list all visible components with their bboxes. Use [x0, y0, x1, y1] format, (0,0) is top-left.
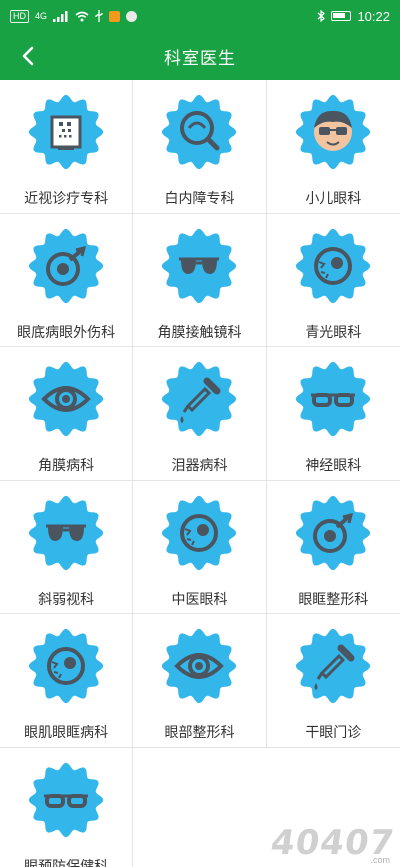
- status-left: HD 4G: [10, 9, 138, 23]
- bluetooth-icon: [318, 10, 326, 22]
- department-label: 眼肌眼眶病科: [24, 724, 109, 740]
- department-item[interactable]: 神经眼科: [266, 347, 400, 481]
- department-grid: 近视诊疗专科 白内障专科 小儿眼科眼底病眼外伤科 角膜接触镜科 青光眼科角膜病科 泪器病科…: [0, 80, 400, 867]
- watermark-suffix: .com: [370, 855, 390, 865]
- department-item[interactable]: 青光眼科: [266, 213, 400, 347]
- department-item[interactable]: 中医眼科: [133, 480, 267, 614]
- app-notification-icon: [109, 10, 121, 22]
- signal-bars-icon: [53, 10, 68, 22]
- page-title: 科室医生: [164, 48, 236, 68]
- eye-chart-icon: [28, 94, 104, 170]
- department-item[interactable]: 小儿眼科: [266, 80, 400, 214]
- department-label: 眼底病眼外伤科: [17, 323, 116, 340]
- department-item[interactable]: 近视诊疗专科: [0, 80, 134, 214]
- department-item[interactable]: 眼底病眼外伤科: [0, 213, 134, 347]
- sunglasses-icon: [28, 495, 104, 570]
- status-right: 10:22: [317, 9, 390, 24]
- department-label: 眼部整形科: [164, 724, 235, 740]
- dropper-icon: [296, 628, 371, 704]
- department-item[interactable]: 白内障专科: [133, 80, 267, 214]
- department-label: 斜弱视科: [38, 590, 95, 607]
- department-item[interactable]: 干眼门诊: [266, 614, 400, 748]
- eye-icon: [162, 628, 237, 704]
- department-label: 中医眼科: [171, 590, 228, 607]
- app-header: 科室医生: [0, 32, 400, 80]
- status-bar: HD 4G 10:22: [0, 0, 400, 32]
- department-item[interactable]: 眼肌眼眶病科: [0, 614, 134, 748]
- department-label: 角膜接触镜科: [157, 323, 242, 340]
- department-label: 角膜病科: [38, 457, 95, 473]
- chevron-left-icon: [22, 46, 34, 66]
- injured-eye-icon: [296, 495, 371, 570]
- child-glasses-icon: [296, 94, 371, 170]
- sunglasses-icon: [162, 228, 237, 303]
- battery-icon: [331, 11, 352, 21]
- eyeball-icon: [162, 495, 237, 570]
- department-item[interactable]: 泪器病科: [133, 347, 267, 481]
- dropper-icon: [162, 361, 237, 437]
- department-label: 白内障专科: [164, 190, 235, 206]
- department-label: 泪器病科: [171, 457, 228, 473]
- department-label: 青光眼科: [305, 323, 362, 340]
- department-item[interactable]: 角膜病科: [0, 347, 134, 481]
- injured-eye-icon: [28, 228, 104, 303]
- department-label: 眼眶整形科: [298, 590, 369, 607]
- department-item[interactable]: 眼部整形科: [133, 614, 267, 748]
- back-button[interactable]: [14, 42, 42, 70]
- eyeball-icon: [28, 628, 104, 704]
- department-item[interactable]: 眼预防保健科: [0, 747, 134, 867]
- department-label: 小儿眼科: [305, 190, 362, 206]
- department-item[interactable]: 眼眶整形科: [266, 480, 400, 614]
- eye-icon: [28, 361, 104, 437]
- eyeball-icon: [296, 228, 371, 303]
- glasses-icon: [296, 361, 371, 437]
- network-gen: 4G: [35, 11, 48, 21]
- department-item[interactable]: 角膜接触镜科: [133, 213, 267, 347]
- department-item[interactable]: 斜弱视科: [0, 480, 134, 614]
- wifi-icon: [75, 11, 89, 21]
- network-chip: HD: [10, 9, 29, 23]
- usb-icon: [95, 10, 103, 22]
- eye-magnifier-icon: [162, 94, 237, 170]
- glasses-icon: [28, 762, 104, 837]
- department-label: 神经眼科: [305, 457, 362, 473]
- department-label: 干眼门诊: [305, 724, 362, 740]
- status-time: 10:22: [357, 8, 390, 24]
- department-label: 眼预防保健科: [24, 857, 109, 867]
- chat-notification-icon: [126, 10, 138, 22]
- department-label: 近视诊疗专科: [24, 190, 109, 206]
